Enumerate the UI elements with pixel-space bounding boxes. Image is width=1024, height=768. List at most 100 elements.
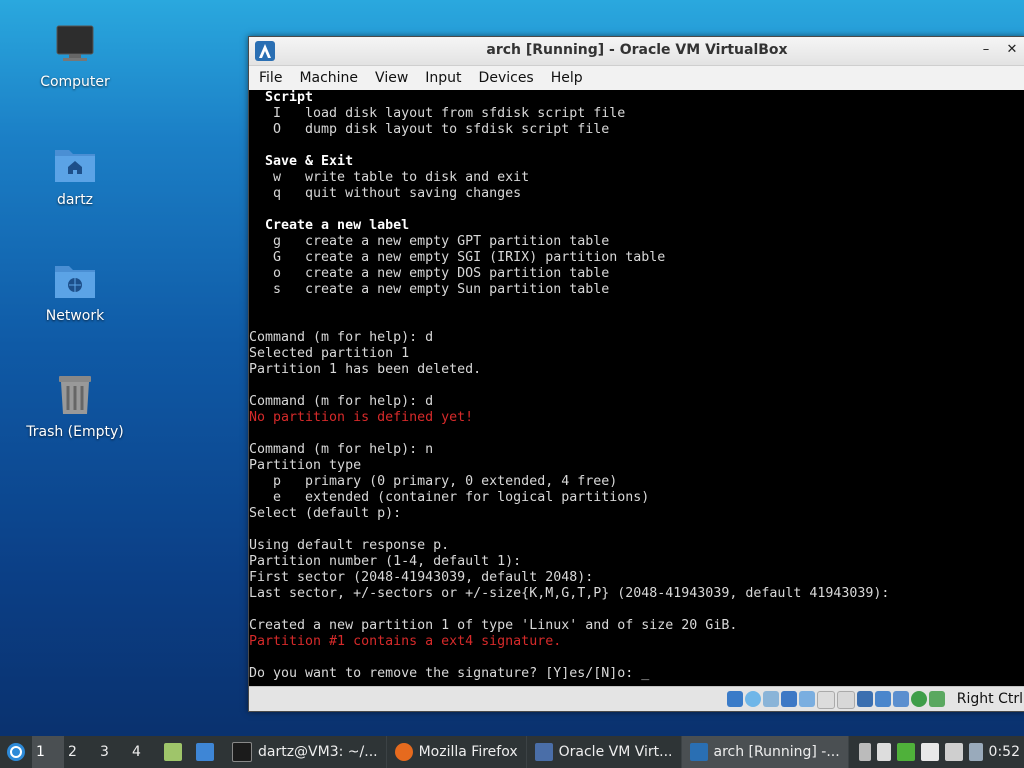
- desktop-icon-network[interactable]: Network: [15, 256, 135, 324]
- terminal-icon: [232, 742, 252, 762]
- video-capture-icon[interactable]: [857, 691, 873, 707]
- console-line: p primary (0 primary, 0 extended, 4 free…: [249, 474, 618, 489]
- arch-icon: [689, 743, 708, 761]
- network-icon[interactable]: [781, 691, 797, 707]
- window-title: arch [Running] - Oracle VM VirtualBox: [486, 42, 788, 58]
- mouse-integration-icon[interactable]: [929, 691, 945, 707]
- virtualbox-icon: [534, 743, 553, 761]
- hard-disk-icon[interactable]: [727, 691, 743, 707]
- update-icon[interactable]: [896, 743, 915, 761]
- volume-icon[interactable]: [876, 743, 891, 761]
- usb-icon[interactable]: [799, 691, 815, 707]
- console-line: O dump disk layout to sfdisk script file: [249, 122, 610, 137]
- close-icon[interactable]: ✕: [1003, 41, 1021, 59]
- clipboard-icon[interactable]: [920, 743, 939, 761]
- notification-icon[interactable]: [968, 743, 983, 761]
- console-line: Partition #1 contains a ext4 signature.: [249, 634, 562, 649]
- console-output: Script I load disk layout from sfdisk sc…: [249, 90, 1024, 682]
- eject-icon[interactable]: [858, 743, 871, 761]
- lubuntu-logo-icon: [7, 743, 25, 761]
- file-manager-launcher[interactable]: [160, 736, 192, 768]
- shared-folders-icon[interactable]: [817, 691, 835, 709]
- console-line: Command (m for help): d: [249, 394, 434, 409]
- network-tray-icon[interactable]: [944, 743, 963, 761]
- console-line: Partition type: [249, 458, 362, 473]
- workspace-1[interactable]: 1: [32, 736, 64, 768]
- desktop-icon: [196, 743, 214, 761]
- title-bar[interactable]: arch [Running] - Oracle VM VirtualBox – …: [249, 37, 1024, 66]
- network-folder-icon: [51, 256, 99, 304]
- desktop-icon-home[interactable]: dartz: [15, 140, 135, 208]
- console-line: G create a new empty SGI (IRIX) partitio…: [249, 250, 666, 265]
- console-line: Partition 1 has been deleted.: [249, 362, 482, 377]
- console-line: Last sector, +/-sectors or +/-size{K,M,G…: [249, 586, 890, 601]
- console-line: Script: [249, 90, 314, 105]
- clock[interactable]: 0:52: [989, 744, 1020, 760]
- virtualbox-window[interactable]: arch [Running] - Oracle VM VirtualBox – …: [248, 36, 1024, 712]
- console-line: I load disk layout from sfdisk script fi…: [249, 106, 626, 121]
- console-line: o create a new empty DOS partition table: [249, 266, 610, 281]
- console-line: Do you want to remove the signature? [Y]…: [249, 666, 650, 681]
- console-line: Save & Exit: [249, 154, 354, 169]
- trash-icon: [51, 372, 99, 420]
- firefox-icon: [394, 743, 413, 761]
- desktop-icon-label: Computer: [40, 74, 110, 90]
- home-folder-icon: [51, 140, 99, 188]
- console-line: No partition is defined yet!: [249, 410, 474, 425]
- start-menu-button[interactable]: [0, 736, 32, 768]
- console-line: First sector (2048-41943039, default 204…: [249, 570, 594, 585]
- workspace-2[interactable]: 2: [64, 736, 96, 768]
- system-tray: 0:52: [855, 736, 1024, 768]
- desktop-icon-label: Network: [45, 308, 105, 324]
- menu-devices[interactable]: Devices: [469, 70, 541, 86]
- menu-help[interactable]: Help: [541, 70, 590, 86]
- menu-file[interactable]: File: [249, 70, 289, 86]
- monitor-icon: [51, 22, 99, 70]
- console-line: s create a new empty Sun partition table: [249, 282, 610, 297]
- console-line: Command (m for help): n: [249, 442, 434, 457]
- desktop-icon-computer[interactable]: Computer: [15, 22, 135, 90]
- workspace-4[interactable]: 4: [128, 736, 160, 768]
- optical-drive-icon[interactable]: [745, 691, 761, 707]
- console-line: Select (default p):: [249, 506, 402, 521]
- console-line: Selected partition 1: [249, 346, 410, 361]
- recording-icon[interactable]: [875, 691, 891, 707]
- workspace-3[interactable]: 3: [96, 736, 128, 768]
- menu-input[interactable]: Input: [415, 70, 468, 86]
- file-manager-icon: [164, 743, 182, 761]
- console-line: g create a new empty GPT partition table: [249, 234, 610, 249]
- console-line: q quit without saving changes: [249, 186, 522, 201]
- task-virtualbox-manager[interactable]: Oracle VM Virt...: [527, 736, 682, 768]
- menu-view[interactable]: View: [365, 70, 415, 86]
- console-line: Using default response p.: [249, 538, 450, 553]
- guest-additions-icon[interactable]: [911, 691, 927, 707]
- task-arch-vm[interactable]: arch [Running] -...: [681, 736, 849, 768]
- show-desktop-button[interactable]: [192, 736, 224, 768]
- taskbar: 1 2 3 4 dartz@VM3: ~/... Mozilla Firefox…: [0, 736, 1024, 768]
- console-line: w write table to disk and exit: [249, 170, 530, 185]
- task-terminal[interactable]: dartz@VM3: ~/...: [224, 736, 387, 768]
- console-line: e extended (container for logical partit…: [249, 490, 650, 505]
- vm-console[interactable]: Script I load disk layout from sfdisk sc…: [249, 90, 1024, 686]
- menu-machine[interactable]: Machine: [289, 70, 365, 86]
- audio-icon[interactable]: [763, 691, 779, 707]
- display-icon[interactable]: [837, 691, 855, 709]
- cpu-icon[interactable]: [893, 691, 909, 707]
- task-firefox[interactable]: Mozilla Firefox: [387, 736, 527, 768]
- console-line: Command (m for help): d: [249, 330, 434, 345]
- console-line: Create a new label: [249, 218, 410, 233]
- desktop-icon-label: dartz: [56, 192, 94, 208]
- console-line: Partition number (1-4, default 1):: [249, 554, 522, 569]
- status-bar: Right Ctrl: [249, 686, 1024, 711]
- console-line: Created a new partition 1 of type 'Linux…: [249, 618, 738, 633]
- desktop-icon-trash[interactable]: Trash (Empty): [15, 372, 135, 440]
- minimize-icon[interactable]: –: [977, 41, 995, 59]
